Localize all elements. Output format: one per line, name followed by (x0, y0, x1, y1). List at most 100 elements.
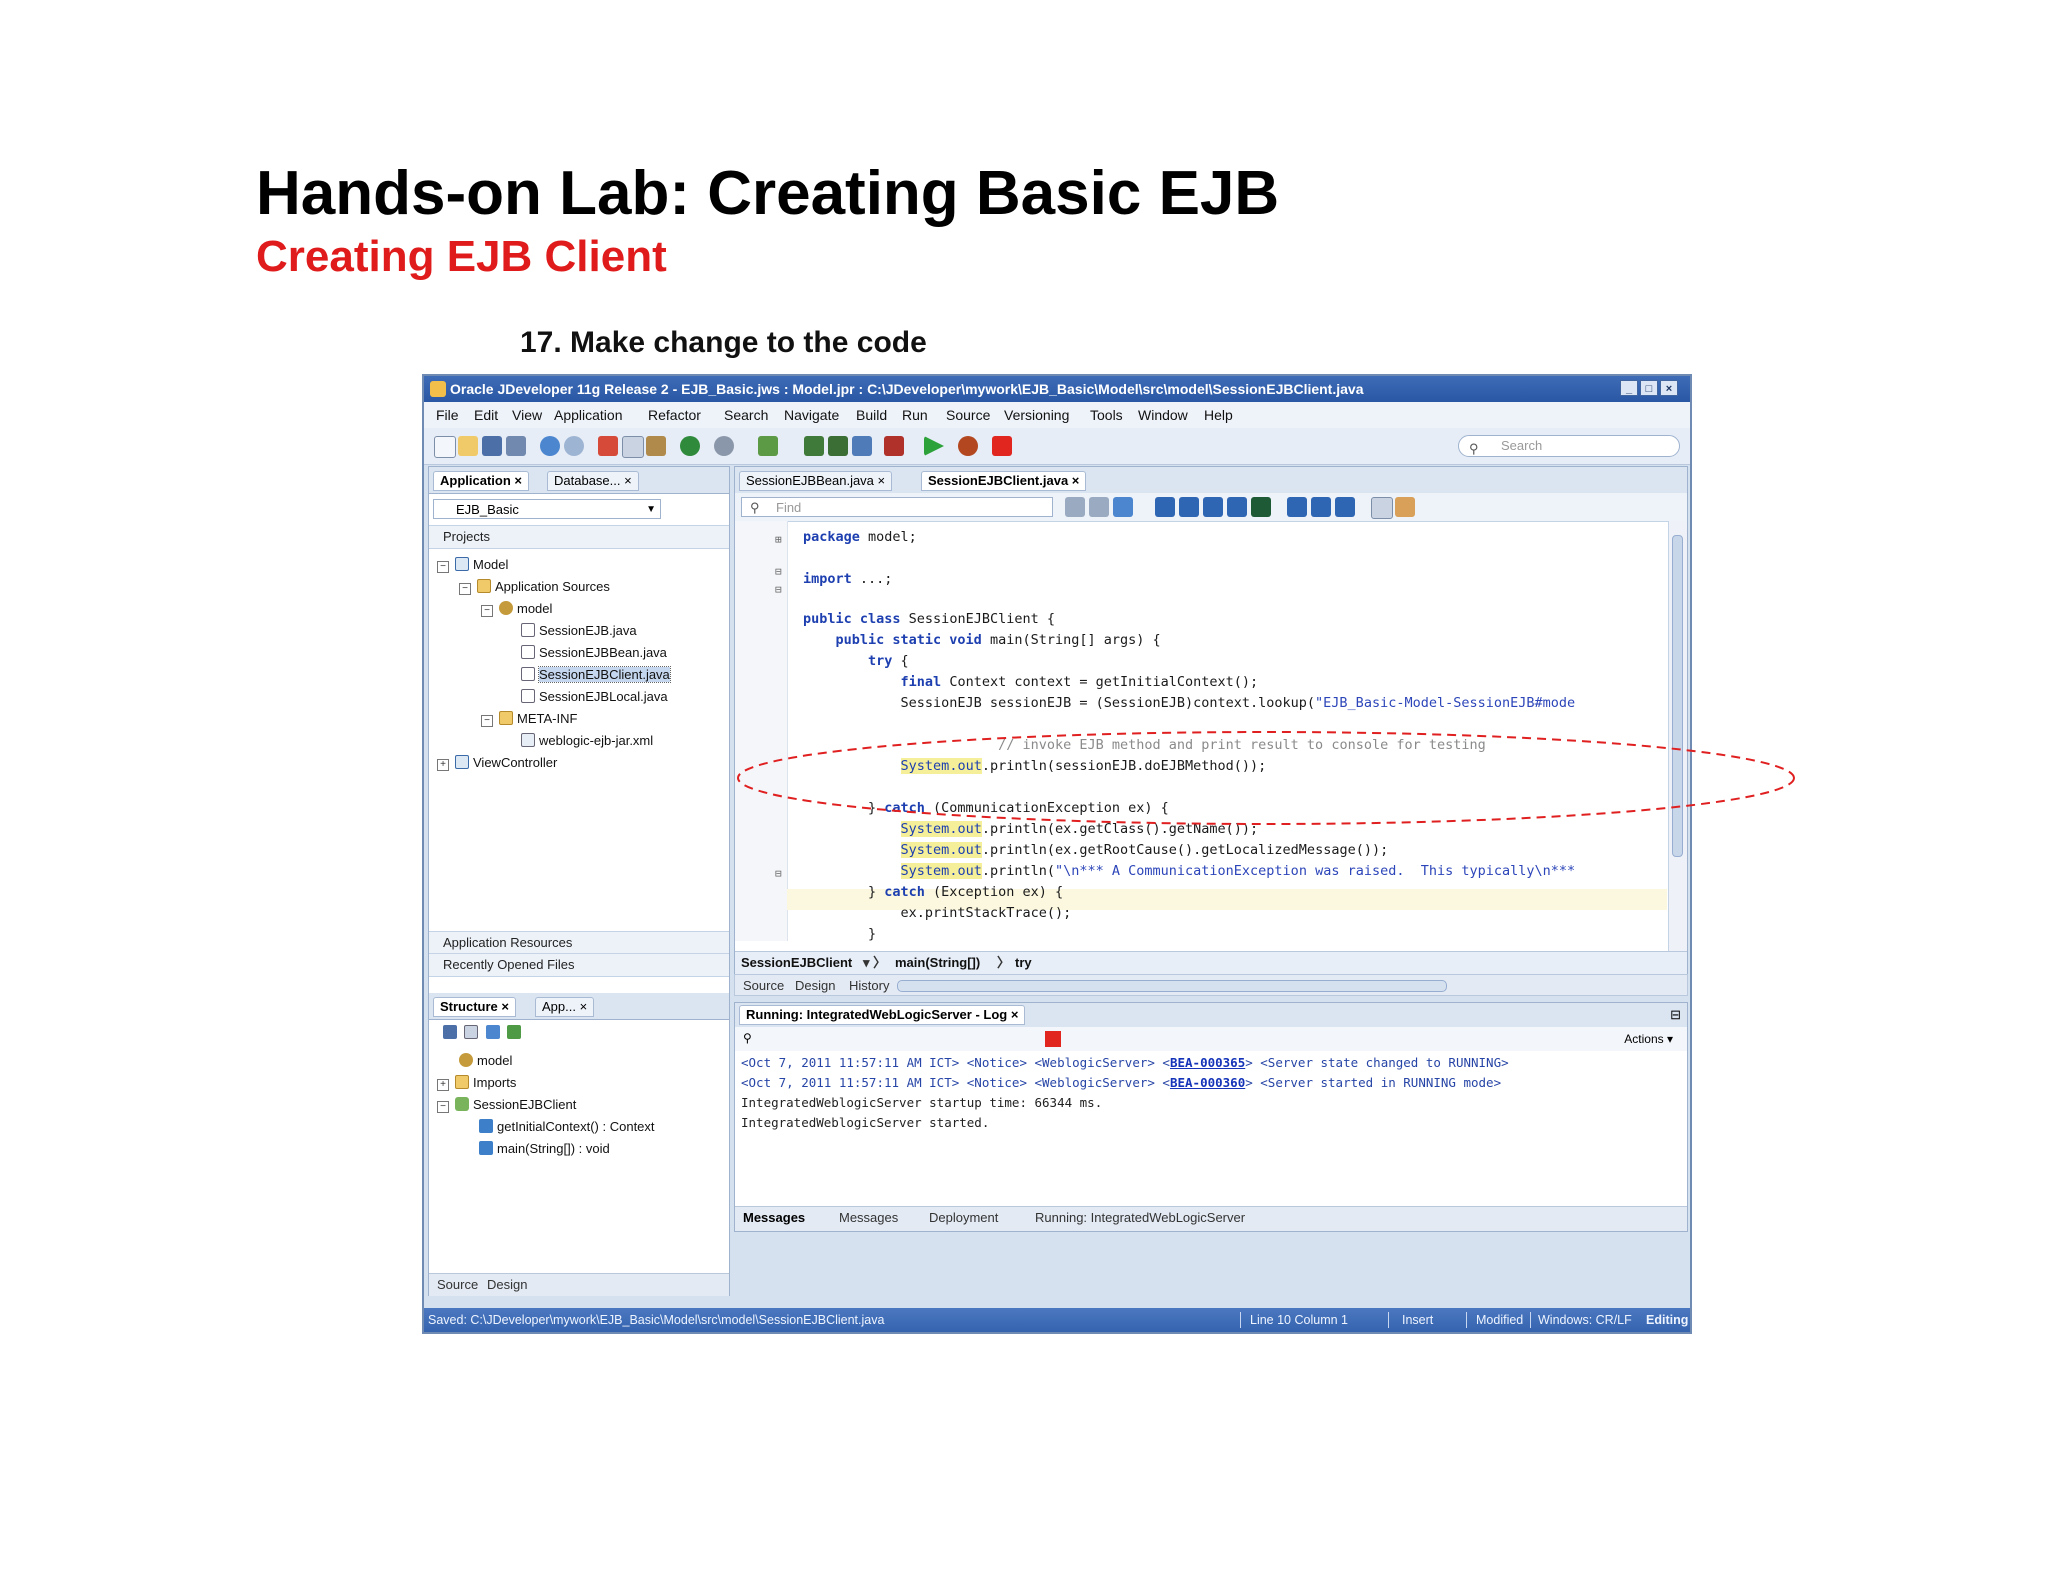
menu-build[interactable]: Build (856, 407, 887, 423)
copy-icon[interactable] (622, 436, 644, 458)
deploy-icon[interactable] (852, 436, 872, 456)
log-message-link[interactable]: BEA-000360 (1170, 1075, 1245, 1090)
structure-node-model[interactable]: model (459, 1051, 512, 1071)
menu-file[interactable]: File (436, 407, 459, 423)
menu-refactor[interactable]: Refactor (648, 407, 701, 423)
tree-node-viewcontroller[interactable]: + ViewController (437, 753, 557, 773)
rebuild-icon[interactable] (828, 436, 848, 456)
save-icon[interactable] (482, 436, 502, 456)
minimize-button[interactable]: _ (1620, 380, 1638, 396)
tab-source[interactable]: Source (433, 1277, 482, 1293)
editor-tool-icon[interactable] (1335, 497, 1355, 517)
structure-node-main[interactable]: main(String[]) : void (479, 1139, 610, 1159)
code-line-8[interactable]: final Context context = getInitialContex… (803, 672, 1259, 693)
menu-run[interactable]: Run (902, 407, 928, 423)
tab-structure[interactable]: Structure × (433, 997, 517, 1017)
structure-node-imports[interactable]: + Imports (437, 1073, 516, 1093)
fold-icon[interactable]: ⊟ (775, 565, 782, 578)
tab-sessionejbclient[interactable]: SessionEJBClient.java × (921, 471, 1087, 491)
tree-node-model-package[interactable]: − model (481, 599, 552, 619)
minimize-panel-icon[interactable]: ⊟ (1670, 1003, 1681, 1027)
projects-header[interactable]: Projects (429, 525, 729, 549)
log-search-icon[interactable]: ⚲ (743, 1031, 752, 1045)
terminate-icon[interactable] (992, 436, 1012, 456)
menu-view[interactable]: View (512, 407, 542, 423)
tree-node-sessionejblocal[interactable]: SessionEJBLocal.java (521, 687, 668, 707)
view-icon[interactable] (485, 1025, 500, 1039)
debug-icon[interactable] (958, 436, 978, 456)
close-button[interactable]: × (1660, 380, 1678, 396)
paste-icon[interactable] (646, 436, 666, 456)
tab-design[interactable]: Design (791, 978, 839, 994)
code-line-16[interactable]: System.out.println(ex.getRootCause().get… (803, 840, 1388, 861)
menu-search[interactable]: Search (724, 407, 768, 423)
tab-database[interactable]: Database... × (547, 471, 639, 491)
code-line-1[interactable]: package model; (803, 527, 917, 548)
expand-all-icon[interactable] (507, 1025, 522, 1039)
code-line-19[interactable]: ex.printStackTrace(); (803, 903, 1072, 924)
editor-horizontal-scrollbar[interactable] (897, 980, 1447, 992)
tree-node-weblogic-ejb-jar[interactable]: weblogic-ejb-jar.xml (521, 731, 653, 751)
editor-tool-icon[interactable] (1155, 497, 1175, 517)
make-icon[interactable] (804, 436, 824, 456)
log-message-link[interactable]: BEA-000365 (1170, 1055, 1245, 1070)
editor-tool-icon[interactable] (1203, 497, 1223, 517)
tab-application[interactable]: Application × (433, 471, 529, 491)
structure-node-class[interactable]: − SessionEJBClient (437, 1095, 576, 1115)
breadcrumb-class[interactable]: SessionEJBClient (741, 952, 852, 974)
collapse-icon[interactable]: − (481, 715, 493, 727)
menu-versioning[interactable]: Versioning (1004, 407, 1069, 423)
stop-server-icon[interactable] (1045, 1031, 1061, 1047)
save-all-icon[interactable] (506, 436, 526, 456)
code-line-5[interactable]: public class SessionEJBClient { (803, 609, 1055, 630)
tab-log[interactable]: Running: IntegratedWebLogicServer - Log … (739, 1005, 1026, 1025)
code-line-9[interactable]: SessionEJB sessionEJB = (SessionEJB)cont… (803, 693, 1576, 714)
editor-tool-icon[interactable] (1113, 497, 1133, 517)
tab-deployment[interactable]: Deployment (925, 1210, 1002, 1226)
expand-icon[interactable]: + (437, 1079, 449, 1091)
recently-opened-header[interactable]: Recently Opened Files (429, 953, 729, 977)
collapse-icon[interactable]: − (481, 605, 493, 617)
application-selector[interactable]: EJB_Basic ▼ (433, 499, 661, 519)
tab-app-overview[interactable]: App... × (535, 997, 595, 1017)
expand-icon[interactable]: + (437, 759, 449, 771)
new-file-icon[interactable] (434, 436, 456, 458)
editor-tool-icon[interactable] (1395, 497, 1415, 517)
fold-icon[interactable]: ⊟ (775, 867, 782, 880)
editor-tool-icon[interactable] (1065, 497, 1085, 517)
application-resources-header[interactable]: Application Resources (429, 931, 729, 955)
undo-icon[interactable] (540, 436, 560, 456)
tree-node-meta-inf[interactable]: − META-INF (481, 709, 577, 729)
tab-design[interactable]: Design (483, 1277, 531, 1293)
menu-navigate[interactable]: Navigate (784, 407, 839, 423)
editor-tool-icon[interactable] (1311, 497, 1331, 517)
menu-help[interactable]: Help (1204, 407, 1233, 423)
structure-node-getinitialcontext[interactable]: getInitialContext() : Context (479, 1117, 655, 1137)
fold-icon[interactable]: ⊟ (775, 583, 782, 596)
tree-node-application-sources[interactable]: − Application Sources (459, 577, 610, 597)
tab-history[interactable]: History (845, 978, 893, 994)
editor-tool-icon[interactable] (1227, 497, 1247, 517)
tree-node-sessionejb[interactable]: SessionEJB.java (521, 621, 637, 641)
menu-tools[interactable]: Tools (1090, 407, 1123, 423)
menu-edit[interactable]: Edit (474, 407, 498, 423)
maximize-button[interactable]: □ (1640, 380, 1658, 396)
editor-tool-icon[interactable] (1287, 497, 1307, 517)
tab-messages-active[interactable]: Messages (739, 1210, 809, 1226)
code-line-17[interactable]: System.out.println("\n*** A Communicatio… (803, 861, 1575, 882)
code-line-7[interactable]: try { (803, 651, 909, 672)
tab-messages[interactable]: Messages (835, 1210, 902, 1226)
tab-sessionejbbean[interactable]: SessionEJBBean.java × (739, 471, 893, 491)
breadcrumb-method[interactable]: main(String[]) (895, 952, 980, 974)
menu-source[interactable]: Source (946, 407, 990, 423)
code-line-6[interactable]: public static void main(String[] args) { (803, 630, 1161, 651)
back-icon[interactable] (680, 436, 700, 456)
editor-tool-icon[interactable] (1179, 497, 1199, 517)
actions-menu[interactable]: Actions ▾ (1624, 1032, 1673, 1046)
collapse-icon[interactable]: − (437, 1101, 449, 1113)
tab-source[interactable]: Source (739, 978, 788, 994)
open-folder-icon[interactable] (458, 436, 478, 456)
code-line-18[interactable]: } catch (Exception ex) { (803, 882, 1063, 903)
menu-window[interactable]: Window (1138, 407, 1188, 423)
filter-icon[interactable] (464, 1025, 479, 1039)
